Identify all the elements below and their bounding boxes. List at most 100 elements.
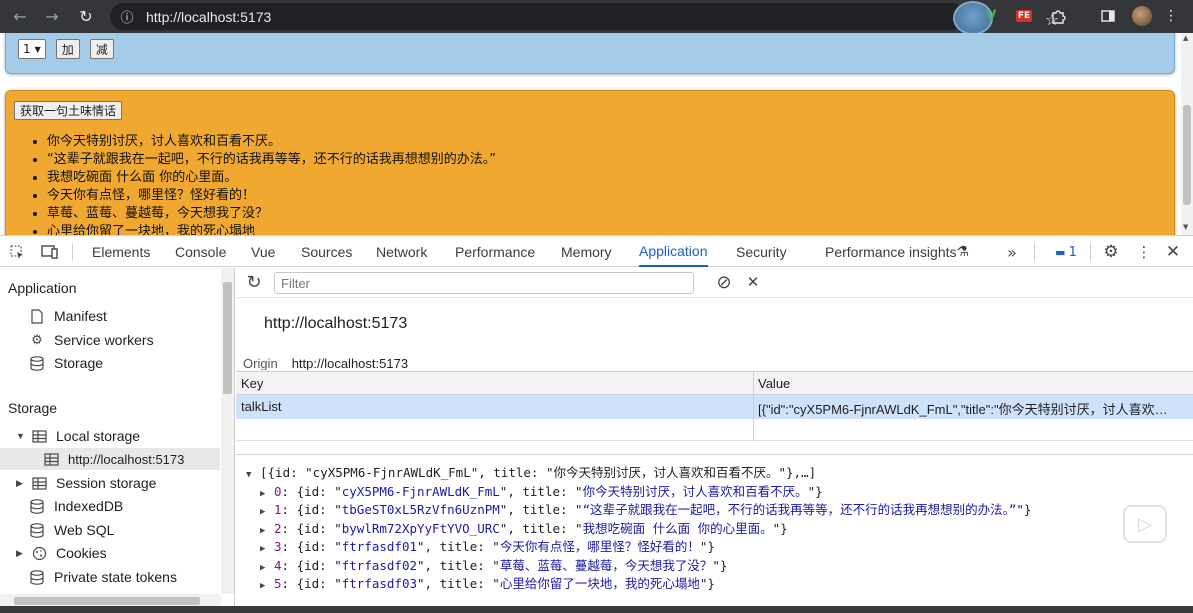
step-select[interactable]: 1 ▼ xyxy=(18,39,46,59)
item-id: tbGeST0xL5RzVfn6UznPM xyxy=(341,502,500,517)
preview-array-item[interactable]: ▶ 1: {id: "tbGeST0xL5RzVfn6UznPM", title:… xyxy=(246,501,1031,520)
sidebar-item-session-storage[interactable]: ▶ Session storage xyxy=(16,472,156,494)
grid-table-icon xyxy=(42,450,60,468)
talk-list-panel: 获取一句土味情话 你今天特别讨厌，讨人喜欢和百看不厌。“这辈子就跟我在一起吧，不… xyxy=(5,90,1175,235)
refresh-icon[interactable]: ↻ xyxy=(244,272,264,293)
preview-summary[interactable]: ▼ [{id: "cyX5PM6-FjnrAWLdK_FmL", title: "… xyxy=(246,464,1031,483)
inspect-element-icon[interactable] xyxy=(7,242,27,262)
talk-list-item: 心里给你留了一块地，我的死心塌地 xyxy=(47,223,496,235)
tab-label: Performance insights xyxy=(825,243,957,260)
collapsed-triangle-icon: ▶ xyxy=(260,581,266,591)
site-info-icon[interactable]: ⓘ xyxy=(116,6,138,28)
preview-array-item[interactable]: ▶ 5: {id: "ftrfasdf03", title: "心里给你留了一块地… xyxy=(246,575,1031,594)
database-icon xyxy=(28,497,46,515)
arrow-left-icon: ← xyxy=(13,6,27,26)
web-page: 1▼ 加 减 获取一句土味情话 你今天特别讨厌，讨人喜欢和百看不厌。“这辈子就跟… xyxy=(0,33,1181,235)
tab-vue[interactable]: Vue xyxy=(251,236,275,267)
storage-section-header: Storage xyxy=(8,400,58,416)
collapsed-triangle-icon[interactable]: ▶ xyxy=(16,548,26,559)
tab-performance[interactable]: Performance xyxy=(455,236,535,267)
forward-button[interactable]: → xyxy=(37,1,67,31)
add-button[interactable]: 加 xyxy=(55,39,80,59)
table-header: Key Value xyxy=(236,371,1193,396)
chevron-down-icon: ▼ xyxy=(34,44,41,54)
tab-performance-insights[interactable]: Performance insights ⚗ xyxy=(825,236,969,267)
sidebar-item-manifest[interactable]: Manifest xyxy=(28,305,107,327)
sidebar-item-local-storage[interactable]: ▼ Local storage xyxy=(16,425,140,447)
expanded-triangle-icon[interactable]: ▼ xyxy=(16,431,26,441)
key-column-header[interactable]: Key xyxy=(241,376,263,391)
table-empty-row xyxy=(236,419,1193,441)
database-icon xyxy=(28,354,46,372)
tab-memory[interactable]: Memory xyxy=(561,236,612,267)
delete-selected-icon[interactable]: ✕ xyxy=(743,272,763,292)
sidebar-item-storage[interactable]: Storage xyxy=(28,352,103,374)
reload-button[interactable]: ↻ xyxy=(71,1,101,31)
item-title: 今天你有点怪，哪里怪？怪好看的！ xyxy=(499,539,700,554)
settings-gear-icon[interactable]: ⚙ xyxy=(1101,242,1121,262)
tab-label: Memory xyxy=(561,243,612,260)
more-tabs-icon[interactable]: » xyxy=(1002,242,1022,262)
tab-elements[interactable]: Elements xyxy=(92,236,150,267)
grid-table-icon xyxy=(30,427,48,445)
preview-array-item[interactable]: ▶ 4: {id: "ftrfasdf02", title: "草莓、蓝莓、蔓越莓… xyxy=(246,557,1031,576)
tab-label: Elements xyxy=(92,243,151,260)
sidebar-item-service-workers[interactable]: ⚙ Service workers xyxy=(28,329,153,351)
page-scrollbar[interactable]: ▲ ▼ xyxy=(1181,33,1193,235)
tab-application[interactable]: Application xyxy=(639,236,708,267)
sidebar-item-label: Session storage xyxy=(56,475,157,491)
browser-menu-icon[interactable]: ⋮ xyxy=(1160,6,1182,26)
grid-table-icon xyxy=(30,474,48,492)
preview-array-item[interactable]: ▶ 3: {id: "ftrfasdf01", title: "今天你有点怪，哪里… xyxy=(246,538,1031,557)
preview-array-item[interactable]: ▶ 0: {id: "cyX5PM6-FjnrAWLdK_FmL", title:… xyxy=(246,483,1031,502)
item-title: “这辈子就跟我在一起吧，不行的话我再等等，还不行的话我再想想别的办法。” xyxy=(582,502,1017,517)
sidebar-item-local-origin[interactable]: http://localhost:5173 xyxy=(42,448,184,470)
origin-row: Origin http://localhost:5173 xyxy=(243,356,408,370)
vue-devtools-extension-icon[interactable]: V xyxy=(980,6,1002,26)
talk-list-item: 草莓、蓝莓、蔓越莓，今天想我了没？ xyxy=(47,205,496,223)
issues-counter[interactable]: ▬ 1 xyxy=(1052,242,1080,262)
side-panel-icon[interactable] xyxy=(1097,6,1119,26)
back-button[interactable]: ← xyxy=(5,1,35,31)
get-talk-button[interactable]: 获取一句土味情话 xyxy=(14,101,123,120)
panel-divider[interactable] xyxy=(236,454,1193,455)
close-devtools-icon[interactable]: ✕ xyxy=(1163,242,1183,262)
item-id: cyX5PM6-FjnrAWLdK_FmL xyxy=(341,483,500,499)
devtools-menu-icon[interactable]: ⋮ xyxy=(1134,242,1154,262)
fe-helper-extension-icon[interactable]: FE xyxy=(1013,6,1035,26)
clear-all-icon[interactable]: ⊘ xyxy=(714,272,734,293)
sidebar-item-private-state-tokens[interactable]: Private state tokens xyxy=(28,566,177,588)
tab-network[interactable]: Network xyxy=(376,236,427,267)
subtract-button[interactable]: 减 xyxy=(89,39,114,59)
device-toolbar-icon[interactable] xyxy=(40,242,60,262)
sidebar-item-indexeddb[interactable]: IndexedDB xyxy=(28,495,123,517)
gears-icon: ⚙ xyxy=(31,332,43,347)
extensions-puzzle-icon[interactable] xyxy=(1047,6,1069,26)
item-id: ftrfasdf01 xyxy=(341,539,418,554)
address-url[interactable]: http://localhost:5173 xyxy=(146,9,271,25)
application-section-header: Application xyxy=(8,280,77,296)
storage-panel: ↻ Filter ⊘ ✕ http://localhost:5173 Origi… xyxy=(236,268,1193,613)
video-play-icon[interactable]: ▷ xyxy=(1123,505,1167,543)
table-row[interactable]: talkList [{"id":"cyX5PM6-FjnrAWLdK_FmL",… xyxy=(236,395,1193,419)
filter-input[interactable]: Filter xyxy=(274,272,694,294)
sidebar-item-cookies[interactable]: ▶ Cookies xyxy=(16,542,107,564)
sidebar-item-websql[interactable]: Web SQL xyxy=(28,519,114,541)
origin-label: Origin xyxy=(243,356,278,370)
tab-console[interactable]: Console xyxy=(175,236,226,267)
sidebar-item-label: Manifest xyxy=(54,308,107,324)
talk-list: 你今天特别讨厌，讨人喜欢和百看不厌。“这辈子就跟我在一起吧，不行的话我再等等，还… xyxy=(47,133,496,235)
sidebar-vertical-scrollbar[interactable] xyxy=(221,268,234,594)
collapsed-triangle-icon[interactable]: ▶ xyxy=(16,478,26,489)
profile-avatar[interactable] xyxy=(1131,6,1153,26)
tab-sources[interactable]: Sources xyxy=(301,236,352,267)
taskbar-strip xyxy=(0,606,1193,613)
tab-security[interactable]: Security xyxy=(736,236,787,267)
item-index: 5 xyxy=(274,576,282,591)
sidebar-item-label: http://localhost:5173 xyxy=(68,451,185,467)
value-preview: ▼ [{id: "cyX5PM6-FjnrAWLdK_FmL", title: "… xyxy=(246,464,1031,594)
item-index: 2 xyxy=(274,520,282,536)
value-column-header[interactable]: Value xyxy=(758,376,790,391)
address-bar[interactable]: ⓘ http://localhost:5173 ☆ xyxy=(110,1,1059,35)
preview-array-item[interactable]: ▶ 2: {id: "bywlRm72XpYyFtYVO_URC", title:… xyxy=(246,520,1031,539)
